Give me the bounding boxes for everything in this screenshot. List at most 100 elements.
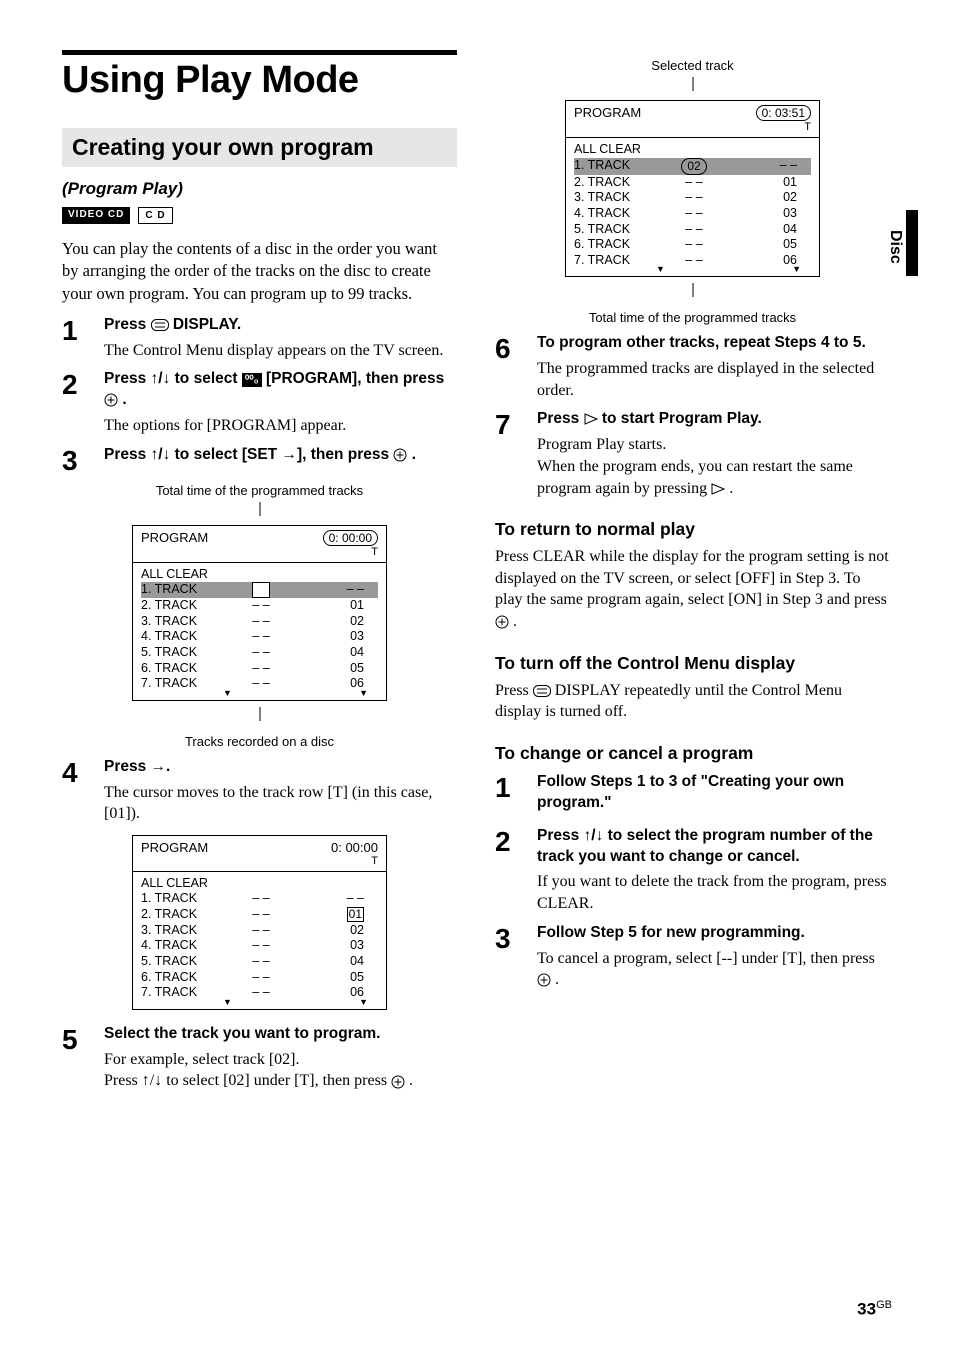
heading-return-normal: To return to normal play [495, 519, 890, 540]
play-icon [584, 413, 598, 425]
subtitle: (Program Play) [62, 179, 457, 199]
side-tab [906, 210, 918, 276]
step-4: 4 Press →. The cursor moves to the track… [62, 757, 457, 825]
caption-total-time: Total time of the programmed tracks [62, 483, 457, 498]
two-column-layout: Using Play Mode Creating your own progra… [62, 50, 892, 1098]
step-head: Follow Steps 1 to 3 of "Creating your ow… [537, 772, 890, 814]
badge-video-cd: VIDEO CD [62, 207, 130, 224]
pointer-line [62, 502, 457, 521]
scroll-arrow-icon: ▼ [223, 997, 232, 1008]
osd-row: 5. TRACK– –04 [574, 222, 811, 238]
step-desc: The Control Menu display appears on the … [104, 340, 457, 362]
step-head: Press DISPLAY. [104, 315, 457, 336]
step-3: 3 Press ↑/↓ to select [SET →], then pres… [62, 445, 457, 475]
osd-row: 7. TRACK– –06 [141, 676, 378, 692]
step-desc: The cursor moves to the track row [T] (i… [104, 782, 457, 825]
play-icon [711, 483, 725, 495]
osd-row: 2. TRACK– –01 [141, 907, 378, 923]
osd-t-label: T [323, 546, 378, 558]
osd-row: 7. TRACK– –06 [141, 985, 378, 1001]
step-head: Press ↑/↓ to select ⁰⁰₀ [PROGRAM], then … [104, 369, 457, 411]
caption-total-time-2: Total time of the programmed tracks [495, 310, 890, 325]
section-header-bar: Creating your own program [62, 128, 457, 167]
osd-row: 2. TRACK– –01 [141, 598, 378, 614]
change-step-1: 1 Follow Steps 1 to 3 of "Creating your … [495, 772, 890, 818]
heading-turn-off: To turn off the Control Menu display [495, 653, 890, 674]
pointer-line [62, 707, 457, 726]
osd-t-label: T [331, 855, 378, 867]
step-2: 2 Press ↑/↓ to select ⁰⁰₀ [PROGRAM], the… [62, 369, 457, 436]
enter-icon [537, 973, 551, 987]
left-column: Using Play Mode Creating your own progra… [62, 50, 457, 1098]
step-desc: If you want to delete the track from the… [537, 871, 890, 914]
step-number: 5 [62, 1024, 104, 1092]
step-head: Press ↑/↓ to select the program number o… [537, 826, 890, 868]
badge-cd: C D [138, 207, 172, 224]
program-icon: ⁰⁰₀ [242, 373, 262, 387]
para-return-normal: Press CLEAR while the display for the pr… [495, 546, 890, 632]
heading-change-cancel: To change or cancel a program [495, 743, 890, 764]
section-title: Creating your own program [72, 134, 447, 161]
osd-title: PROGRAM [566, 101, 748, 137]
osd-row: 2. TRACK– –01 [574, 175, 811, 191]
step-desc: When the program ends, you can restart t… [537, 456, 890, 499]
step-number: 4 [62, 757, 104, 825]
step-number: 3 [495, 923, 537, 991]
change-step-2: 2 Press ↑/↓ to select the program number… [495, 826, 890, 915]
right-column: Selected track PROGRAM0: 03:51T ALL CLEA… [495, 50, 890, 1098]
pointer-line [495, 283, 890, 302]
osd-row: 1. TRACK02– – [574, 158, 811, 175]
step-number: 2 [495, 826, 537, 915]
caption-tracks-recorded: Tracks recorded on a disc [62, 734, 457, 749]
step-number: 1 [495, 772, 537, 818]
display-icon [533, 685, 551, 697]
page-title: Using Play Mode [62, 59, 457, 102]
disc-type-badges: VIDEO CD C D [62, 207, 457, 224]
step-6: 6 To program other tracks, repeat Steps … [495, 333, 890, 401]
osd-all-clear: ALL CLEAR [574, 142, 811, 158]
osd-row: 6. TRACK– –05 [141, 661, 378, 677]
osd-all-clear: ALL CLEAR [141, 567, 378, 583]
step-head: Press ↑/↓ to select [SET →], then press … [104, 445, 457, 466]
step-head: Follow Step 5 for new programming. [537, 923, 890, 944]
osd-row: 6. TRACK– –05 [574, 237, 811, 253]
top-rule [62, 50, 457, 55]
osd-display-3: PROGRAM0: 03:51T ALL CLEAR 1. TRACK02– –… [565, 100, 820, 277]
step-number: 6 [495, 333, 537, 401]
step-number: 1 [62, 315, 104, 362]
enter-icon [393, 448, 407, 462]
pointer-line [495, 77, 890, 96]
scroll-arrow-icon: ▼ [656, 264, 665, 275]
side-label: Disc [886, 230, 904, 264]
osd-all-clear: ALL CLEAR [141, 876, 378, 892]
step-head: Press to start Program Play. [537, 409, 890, 430]
step-number: 3 [62, 445, 104, 475]
change-step-3: 3 Follow Step 5 for new programming. To … [495, 923, 890, 991]
step-desc: Press ↑/↓ to select [02] under [T], then… [104, 1070, 457, 1092]
para-turn-off: Press DISPLAY repeatedly until the Contr… [495, 680, 890, 723]
osd-display-2: PROGRAM0: 00:00T ALL CLEAR 1. TRACK– –– … [132, 835, 387, 1010]
osd-row: 4. TRACK– –03 [574, 206, 811, 222]
osd-row: 4. TRACK– –03 [141, 629, 378, 645]
osd-row: 5. TRACK– –04 [141, 645, 378, 661]
osd-time: 0: 00:00 [323, 530, 378, 546]
step-number: 7 [495, 409, 537, 499]
scroll-arrow-icon: ▼ [792, 264, 801, 275]
display-icon [151, 319, 169, 331]
intro-text: You can play the contents of a disc in t… [62, 238, 457, 305]
enter-icon [495, 615, 509, 629]
step-number: 2 [62, 369, 104, 436]
step-7: 7 Press to start Program Play. Program P… [495, 409, 890, 499]
scroll-arrow-icon: ▼ [359, 997, 368, 1008]
osd-row: 3. TRACK– –02 [141, 923, 378, 939]
osd-row: 1. TRACK – – [141, 582, 378, 598]
step-desc: Program Play starts. [537, 434, 890, 456]
step-desc: For example, select track [02]. [104, 1049, 457, 1071]
page-number: 33GB [857, 1299, 892, 1320]
osd-row: 6. TRACK– –05 [141, 970, 378, 986]
osd-row: 3. TRACK– –02 [141, 614, 378, 630]
osd-row: 4. TRACK– –03 [141, 938, 378, 954]
osd-row: 5. TRACK– –04 [141, 954, 378, 970]
caption-selected-track: Selected track [495, 58, 890, 73]
step-head: Press →. [104, 757, 457, 778]
